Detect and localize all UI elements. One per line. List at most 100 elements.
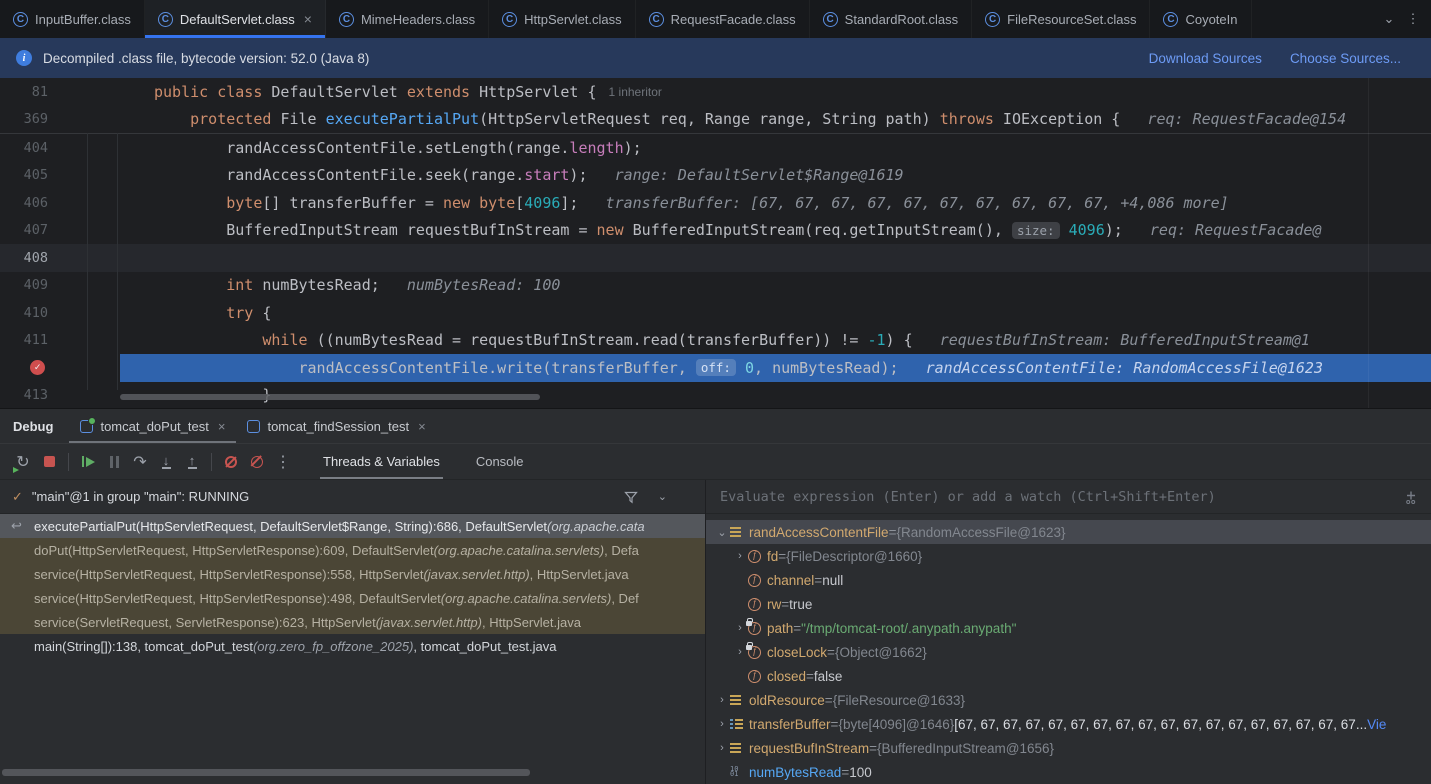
- variable-row-closed[interactable]: fclosed = false: [706, 664, 1431, 688]
- debugger-inline-hint: requestBufInStream: BufferedInputStream@…: [913, 331, 1310, 349]
- tab-threads-variables[interactable]: Threads & Variables: [320, 444, 443, 479]
- variable-row-path[interactable]: ›fpath = "/tmp/tomcat-root/.anypath.anyp…: [706, 616, 1431, 640]
- variable-row-oldresource[interactable]: ›oldResource = {FileResource@1633}: [706, 688, 1431, 712]
- add-watch-icon[interactable]: [1403, 489, 1419, 505]
- stack-frame[interactable]: ↩executePartialPut(HttpServletRequest, D…: [0, 514, 705, 538]
- variable-row-numbytesread[interactable]: 1001numBytesRead = 100: [706, 760, 1431, 784]
- evaluate-expression-input[interactable]: Evaluate expression (Enter) or add a wat…: [706, 480, 1431, 514]
- thread-row[interactable]: ✓ "main"@1 in group "main": RUNNING ⌄: [0, 480, 705, 514]
- choose-sources-link[interactable]: Choose Sources...: [1290, 51, 1401, 66]
- code-text[interactable]: try {: [120, 299, 1431, 327]
- close-icon[interactable]: ×: [304, 11, 312, 27]
- editor-tab-fileresourceset-class[interactable]: CFileResourceSet.class: [972, 0, 1150, 38]
- editor-tab-inputbuffer-class[interactable]: CInputBuffer.class: [0, 0, 145, 38]
- code-text[interactable]: protected File executePartialPut(HttpSer…: [120, 106, 1431, 134]
- step-over-icon[interactable]: ↷: [127, 449, 153, 475]
- filter-funnel-icon[interactable]: [624, 490, 638, 504]
- editor-gutter[interactable]: 411: [0, 327, 120, 355]
- frames-horizontal-scrollbar[interactable]: [2, 769, 530, 776]
- editor-tab-coyotein[interactable]: CCoyoteIn: [1150, 0, 1251, 38]
- debugger-inline-hint: req: RequestFacade@154: [1120, 110, 1346, 128]
- view-breakpoints-icon[interactable]: [244, 449, 270, 475]
- pause-icon[interactable]: [101, 449, 127, 475]
- code-line: 369 protected File executePartialPut(Htt…: [0, 106, 1431, 134]
- kebab-menu-icon[interactable]: ⋮: [1403, 11, 1423, 27]
- editor-gutter[interactable]: 410: [0, 299, 120, 327]
- close-icon[interactable]: ×: [218, 419, 226, 434]
- close-icon[interactable]: ×: [418, 419, 426, 434]
- editor-gutter[interactable]: 408: [0, 244, 120, 272]
- variable-name: channel: [767, 573, 814, 588]
- chevron-down-icon[interactable]: ⌄: [1379, 11, 1399, 27]
- variable-row-closelock[interactable]: ›fcloseLock = {Object@1662}: [706, 640, 1431, 664]
- editor-tab-httpservlet-class[interactable]: CHttpServlet.class: [489, 0, 636, 38]
- chevron-right-icon[interactable]: ›: [714, 742, 730, 754]
- lock-icon: [746, 645, 752, 650]
- line-number: 413: [0, 387, 48, 403]
- code-text[interactable]: BufferedInputStream requestBufInStream =…: [120, 217, 1431, 245]
- line-number: 404: [0, 140, 48, 156]
- stack-frame[interactable]: service(HttpServletRequest, HttpServletR…: [0, 586, 705, 610]
- code-text[interactable]: byte[] transferBuffer = new byte[4096]; …: [120, 189, 1431, 217]
- editor-tab-defaultservlet-class[interactable]: CDefaultServlet.class×: [145, 0, 326, 38]
- code-line: 81public class DefaultServlet extends Ht…: [0, 78, 1431, 106]
- code-text[interactable]: public class DefaultServlet extends Http…: [120, 78, 1431, 106]
- code-text[interactable]: randAccessContentFile.seek(range.start);…: [120, 162, 1431, 190]
- hard-wrap-guide: [1368, 78, 1369, 408]
- editor-gutter[interactable]: 404: [0, 134, 120, 162]
- variable-row-fd[interactable]: ›ffd = {FileDescriptor@1660}: [706, 544, 1431, 568]
- chevron-right-icon[interactable]: ›: [732, 550, 748, 562]
- editor-tab-requestfacade-class[interactable]: CRequestFacade.class: [636, 0, 810, 38]
- editor-tab-mimeheaders-class[interactable]: CMimeHeaders.class: [326, 0, 489, 38]
- variable-row-rw[interactable]: frw = true: [706, 592, 1431, 616]
- code-line: 411 while ((numBytesRead = requestBufInS…: [0, 327, 1431, 355]
- code-text[interactable]: while ((numBytesRead = requestBufInStrea…: [120, 327, 1431, 355]
- code-vision-hint[interactable]: 1 inheritor: [609, 85, 662, 99]
- resume-icon[interactable]: [75, 449, 101, 475]
- code-text[interactable]: [120, 244, 1431, 272]
- code-text[interactable]: randAccessContentFile.setLength(range.le…: [120, 134, 1431, 162]
- chevron-down-icon[interactable]: ⌄: [714, 526, 730, 539]
- editor-gutter[interactable]: 407: [0, 217, 120, 245]
- editor-gutter[interactable]: 409: [0, 272, 120, 300]
- session-tab-label: tomcat_doPut_test: [100, 419, 208, 434]
- stack-frame[interactable]: doPut(HttpServletRequest, HttpServletRes…: [0, 538, 705, 562]
- editor-gutter[interactable]: 81: [0, 78, 120, 106]
- variable-row-channel[interactable]: fchannel = null: [706, 568, 1431, 592]
- chevron-right-icon[interactable]: ›: [714, 694, 730, 706]
- chevron-down-icon[interactable]: ⌄: [658, 490, 667, 503]
- step-out-icon[interactable]: ↑: [179, 449, 205, 475]
- editor-gutter[interactable]: 369: [0, 106, 120, 134]
- editor-gutter[interactable]: 405: [0, 162, 120, 190]
- editor-gutter[interactable]: ✓: [0, 354, 120, 382]
- download-sources-link[interactable]: Download Sources: [1149, 51, 1262, 66]
- session-tab-tomcat-doput-test[interactable]: tomcat_doPut_test ×: [69, 409, 236, 443]
- editor-gutter[interactable]: 413: [0, 382, 120, 410]
- class-icon: C: [502, 12, 517, 27]
- field-icon: f: [748, 670, 767, 683]
- code-text[interactable]: randAccessContentFile.write(transferBuff…: [120, 354, 1431, 382]
- editor-tab-standardroot-class[interactable]: CStandardRoot.class: [810, 0, 972, 38]
- code-line: 406 byte[] transferBuffer = new byte[409…: [0, 189, 1431, 217]
- mute-breakpoints-icon[interactable]: [218, 449, 244, 475]
- editor-gutter[interactable]: 406: [0, 189, 120, 217]
- breakpoint-icon[interactable]: ✓: [30, 360, 45, 375]
- editor-horizontal-scrollbar[interactable]: [120, 394, 540, 400]
- code-text[interactable]: int numBytesRead; numBytesRead: 100: [120, 272, 1431, 300]
- view-link[interactable]: Vie: [1367, 717, 1386, 732]
- stack-frame[interactable]: main(String[]):138, tomcat_doPut_test (o…: [0, 634, 705, 658]
- variable-row-randaccesscontentfile[interactable]: ⌄randAccessContentFile = {RandomAccessFi…: [706, 520, 1431, 544]
- stack-frame[interactable]: service(ServletRequest, ServletResponse)…: [0, 610, 705, 634]
- variable-row-transferbuffer[interactable]: ›transferBuffer = {byte[4096]@1646} [67,…: [706, 712, 1431, 736]
- chevron-right-icon[interactable]: ›: [714, 718, 730, 730]
- stack-frame[interactable]: service(HttpServletRequest, HttpServletR…: [0, 562, 705, 586]
- stop-icon[interactable]: [36, 449, 62, 475]
- session-tab-tomcat-findsession-test[interactable]: tomcat_findSession_test×: [236, 409, 436, 443]
- primitive-icon: 1001: [730, 767, 749, 777]
- step-into-icon[interactable]: ↓: [153, 449, 179, 475]
- tab-label: DefaultServlet.class: [180, 12, 295, 27]
- variable-row-requestbufinstream[interactable]: ›requestBufInStream = {BufferedInputStre…: [706, 736, 1431, 760]
- rerun-icon[interactable]: ↻: [10, 449, 36, 475]
- tab-console[interactable]: Console: [473, 444, 527, 479]
- more-icon[interactable]: ⋮: [270, 449, 296, 475]
